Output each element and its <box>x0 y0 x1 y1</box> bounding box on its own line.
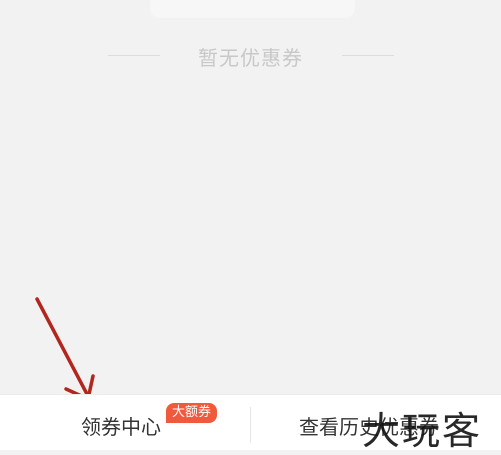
bottom-bar: 领券中心 大额券 查看历史优惠券 <box>0 394 501 450</box>
empty-state: 暂无优惠券 <box>0 40 501 72</box>
history-coupons-tab[interactable]: 查看历史优惠券 <box>251 395 501 450</box>
big-coupon-badge: 大额券 <box>166 403 218 423</box>
empty-state-message: 暂无优惠券 <box>198 46 303 70</box>
coupon-center-label: 领券中心 <box>81 415 161 439</box>
empty-divider-right <box>342 55 394 56</box>
top-card-remnant <box>150 0 355 18</box>
coupon-center-tab[interactable]: 领券中心 大额券 <box>0 395 250 450</box>
empty-divider-left <box>108 55 160 56</box>
history-coupons-label: 查看历史优惠券 <box>299 415 439 439</box>
